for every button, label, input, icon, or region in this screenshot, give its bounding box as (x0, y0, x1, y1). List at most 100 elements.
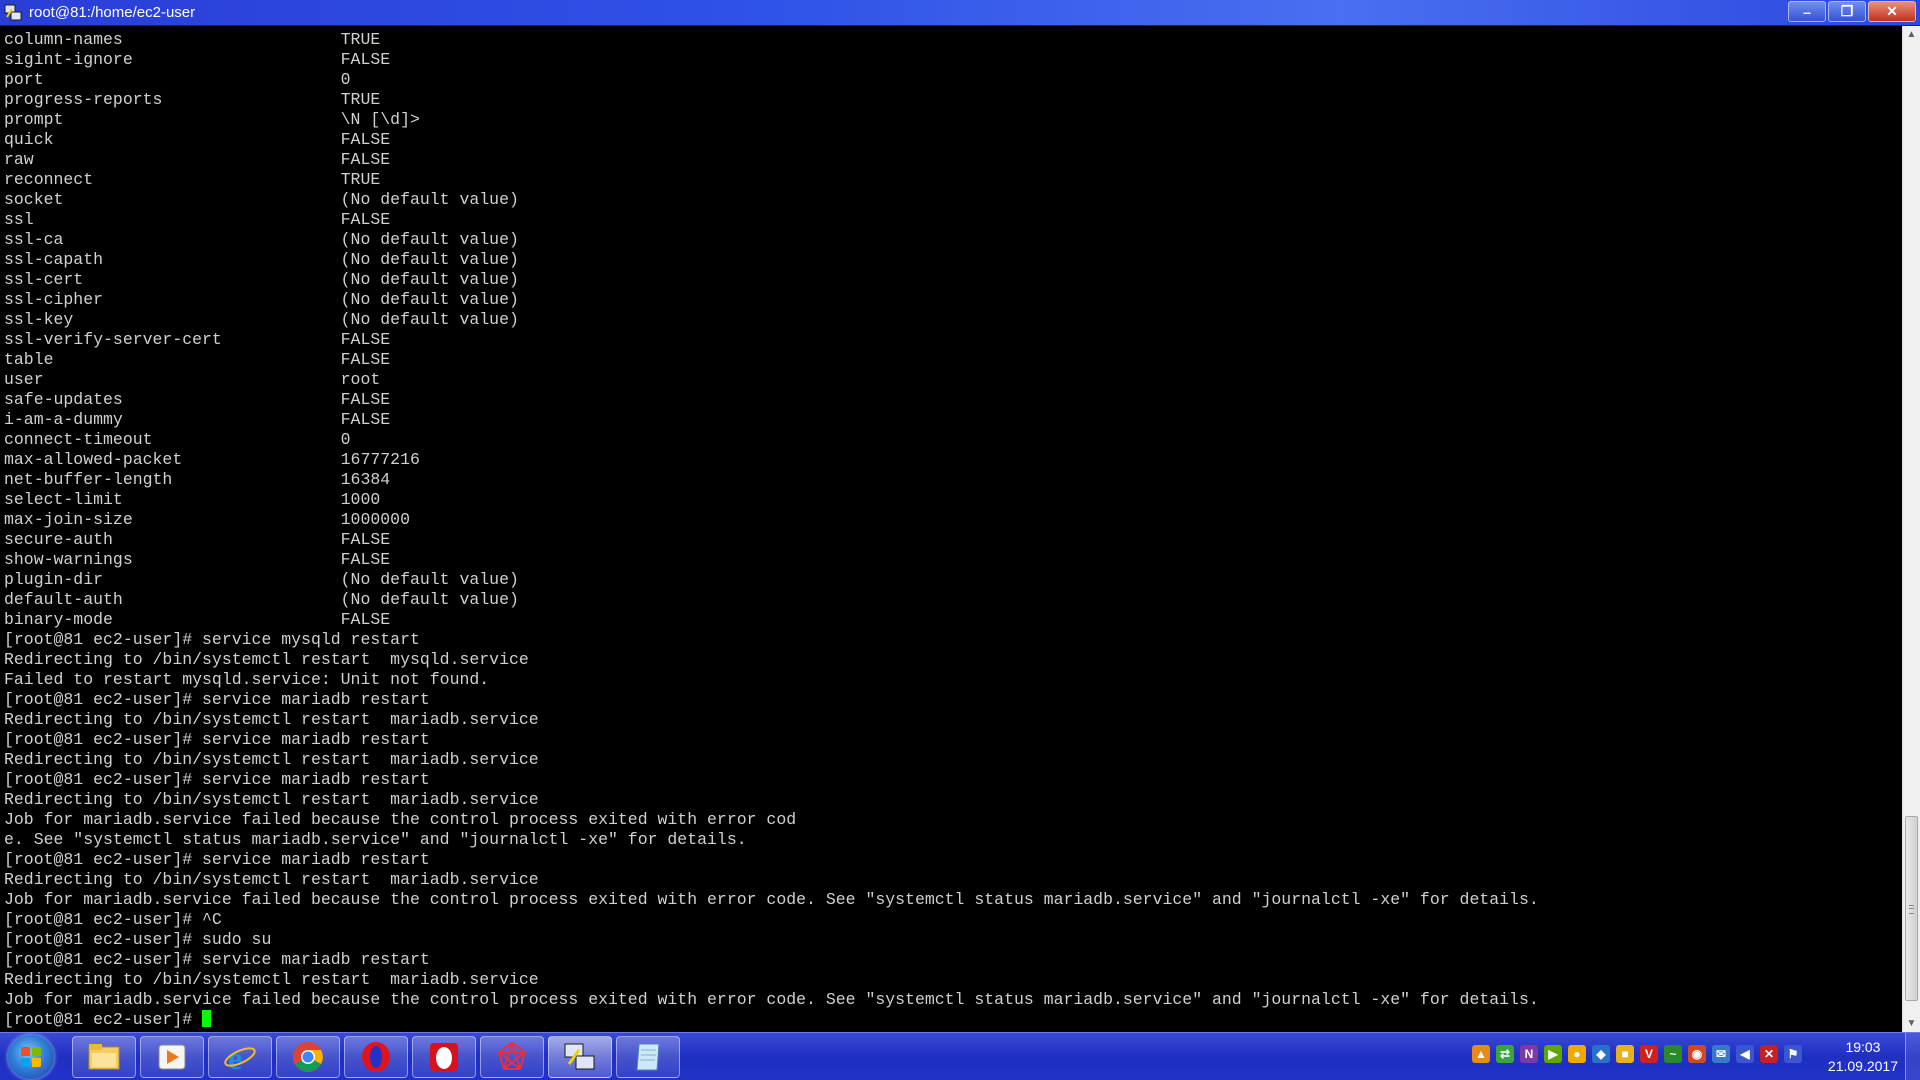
terminal-line: user root (4, 370, 381, 389)
system-tray: ▲ ⇄ N ▶ ● ◆ ■ V ~ ◉ ✉ ◀ ✕ ⚑ (1472, 1045, 1802, 1063)
taskbar-internet-explorer[interactable]: e (208, 1036, 272, 1078)
action-center-icon[interactable]: ⚑ (1784, 1045, 1802, 1063)
clock-time: 19:03 (1845, 1039, 1881, 1055)
scroll-down-arrow-icon[interactable]: ▼ (1903, 1015, 1920, 1032)
tray-app-icon-6[interactable]: ~ (1664, 1045, 1682, 1063)
terminal-line: show-warnings FALSE (4, 550, 391, 569)
start-button[interactable] (8, 1035, 54, 1079)
terminal-line: port 0 (4, 70, 351, 89)
network-app-icon (497, 1041, 527, 1070)
terminal-text[interactable]: column-names TRUE sigint-ignore FALSE port… (0, 26, 1902, 1030)
chrome-icon (293, 1042, 323, 1072)
maximize-button[interactable]: ❐ (1828, 1, 1866, 22)
taskbar-opera[interactable] (344, 1036, 408, 1078)
network-error-icon[interactable]: ✕ (1760, 1045, 1778, 1063)
taskbar-egg-app[interactable] (412, 1036, 476, 1078)
opera-icon (362, 1042, 390, 1072)
show-desktop-button[interactable] (1905, 1033, 1920, 1080)
terminal-line: ssl-key (No default value) (4, 310, 519, 329)
terminal-line: select-limit 1000 (4, 490, 381, 509)
taskbar-network-app[interactable] (480, 1036, 544, 1078)
terminal-line: [root@81 ec2-user]# service mariadb rest… (4, 690, 430, 709)
taskbar-notepad[interactable] (616, 1036, 680, 1078)
terminal-line: binary-mode FALSE (4, 610, 391, 629)
terminal-line: Redirecting to /bin/systemctl restart ma… (4, 710, 539, 729)
terminal-line: safe-updates FALSE (4, 390, 391, 409)
terminal-line: prompt \N [\d]> (4, 110, 420, 129)
media-player-icon (158, 1044, 186, 1070)
terminal-line: ssl-cert (No default value) (4, 270, 519, 289)
terminal-line: e. See "systemctl status mariadb.service… (4, 830, 747, 849)
tray-app-icon-4[interactable]: ◆ (1592, 1045, 1610, 1063)
tray-app-icon-3[interactable]: ● (1568, 1045, 1586, 1063)
taskbar-media-player[interactable] (140, 1036, 204, 1078)
putty-app-icon[interactable] (3, 3, 23, 23)
terminal-line: [root@81 ec2-user]# sudo su (4, 930, 272, 949)
terminal-line: i-am-a-dummy FALSE (4, 410, 391, 429)
taskbar-putty[interactable] (548, 1036, 612, 1078)
terminal-line: default-auth (No default value) (4, 590, 519, 609)
terminal-prompt-line[interactable]: [root@81 ec2-user]# (4, 1010, 1902, 1030)
nvidia-icon[interactable]: ▶ (1544, 1045, 1562, 1063)
tray-app-icon-2[interactable]: ⇄ (1496, 1045, 1514, 1063)
terminal-line: Redirecting to /bin/systemctl restart ma… (4, 790, 539, 809)
terminal-line: Redirecting to /bin/systemctl restart my… (4, 650, 529, 669)
tray-app-icon-7[interactable]: ✉ (1712, 1045, 1730, 1063)
volume-icon[interactable]: ◀ (1736, 1045, 1754, 1063)
terminal-line: ssl-cipher (No default value) (4, 290, 519, 309)
terminal-line: connect-timeout 0 (4, 430, 351, 449)
terminal-line: max-allowed-packet 16777216 (4, 450, 420, 469)
internet-explorer-icon: e (224, 1040, 256, 1074)
terminal-line: column-names TRUE (4, 30, 381, 49)
scrollbar-thumb[interactable] (1905, 816, 1918, 1001)
terminal-line: Job for mariadb.service failed because t… (4, 810, 797, 829)
terminal-line: [root@81 ec2-user]# service mariadb rest… (4, 950, 430, 969)
egg-app-icon (430, 1043, 458, 1071)
window-title-bar[interactable]: root@81:/home/ec2-user – ❐ ✕ (0, 0, 1920, 26)
notepad-icon (636, 1043, 660, 1071)
minimize-button[interactable]: – (1788, 1, 1826, 22)
terminal-cursor (202, 1010, 212, 1027)
close-button[interactable]: ✕ (1868, 1, 1916, 22)
terminal-line: Redirecting to /bin/systemctl restart ma… (4, 970, 539, 989)
terminal-output[interactable]: column-names TRUE sigint-ignore FALSE port… (0, 26, 1902, 1032)
terminal-line: progress-reports TRUE (4, 90, 381, 109)
vertical-scrollbar[interactable]: ▲ ▼ (1902, 26, 1920, 1032)
putty-icon (564, 1043, 595, 1070)
terminal-line: [root@81 ec2-user]# service mariadb rest… (4, 770, 430, 789)
windows-logo-icon (21, 1047, 41, 1067)
terminal-line: Failed to restart mysqld.service: Unit n… (4, 670, 490, 689)
window-title: root@81:/home/ec2-user (29, 4, 196, 21)
terminal-line: sigint-ignore FALSE (4, 50, 391, 69)
scroll-up-arrow-icon[interactable]: ▲ (1903, 26, 1920, 43)
tray-app-icon-5[interactable]: ■ (1616, 1045, 1634, 1063)
onenote-icon[interactable]: N (1520, 1045, 1538, 1063)
taskbar-file-explorer[interactable] (72, 1036, 136, 1078)
terminal-line: [root@81 ec2-user]# ^C (4, 910, 222, 929)
chrome-tray-icon[interactable]: ◉ (1688, 1045, 1706, 1063)
terminal-line: secure-auth FALSE (4, 530, 391, 549)
antivirus-icon[interactable]: V (1640, 1045, 1658, 1063)
terminal-line: quick FALSE (4, 130, 391, 149)
terminal-line: [root@81 ec2-user]# service mariadb rest… (4, 730, 430, 749)
terminal-line: net-buffer-length 16384 (4, 470, 391, 489)
terminal-line: ssl-ca (No default value) (4, 230, 519, 249)
taskbar-chrome[interactable] (276, 1036, 340, 1078)
scrollbar-grip-icon (1909, 905, 1914, 914)
terminal-prompt: [root@81 ec2-user]# (4, 1010, 203, 1029)
terminal-line: max-join-size 1000000 (4, 510, 410, 529)
tray-app-icon-1[interactable]: ▲ (1472, 1045, 1490, 1063)
terminal-line: Job for mariadb.service failed because t… (4, 890, 1539, 909)
terminal-line: ssl-verify-server-cert FALSE (4, 330, 391, 349)
terminal-line: Redirecting to /bin/systemctl restart ma… (4, 750, 539, 769)
file-explorer-icon (88, 1044, 120, 1070)
terminal-line: reconnect TRUE (4, 170, 381, 189)
clock-date: 21.09.2017 (1827, 1058, 1898, 1074)
terminal-line: [root@81 ec2-user]# service mariadb rest… (4, 850, 430, 869)
terminal-line: ssl-capath (No default value) (4, 250, 519, 269)
clock[interactable]: 19:03 21.09.2017 (1828, 1038, 1898, 1076)
terminal-line: raw FALSE (4, 150, 391, 169)
terminal-line: table FALSE (4, 350, 391, 369)
terminal-line: ssl FALSE (4, 210, 391, 229)
terminal-line: Job for mariadb.service failed because t… (4, 990, 1539, 1009)
